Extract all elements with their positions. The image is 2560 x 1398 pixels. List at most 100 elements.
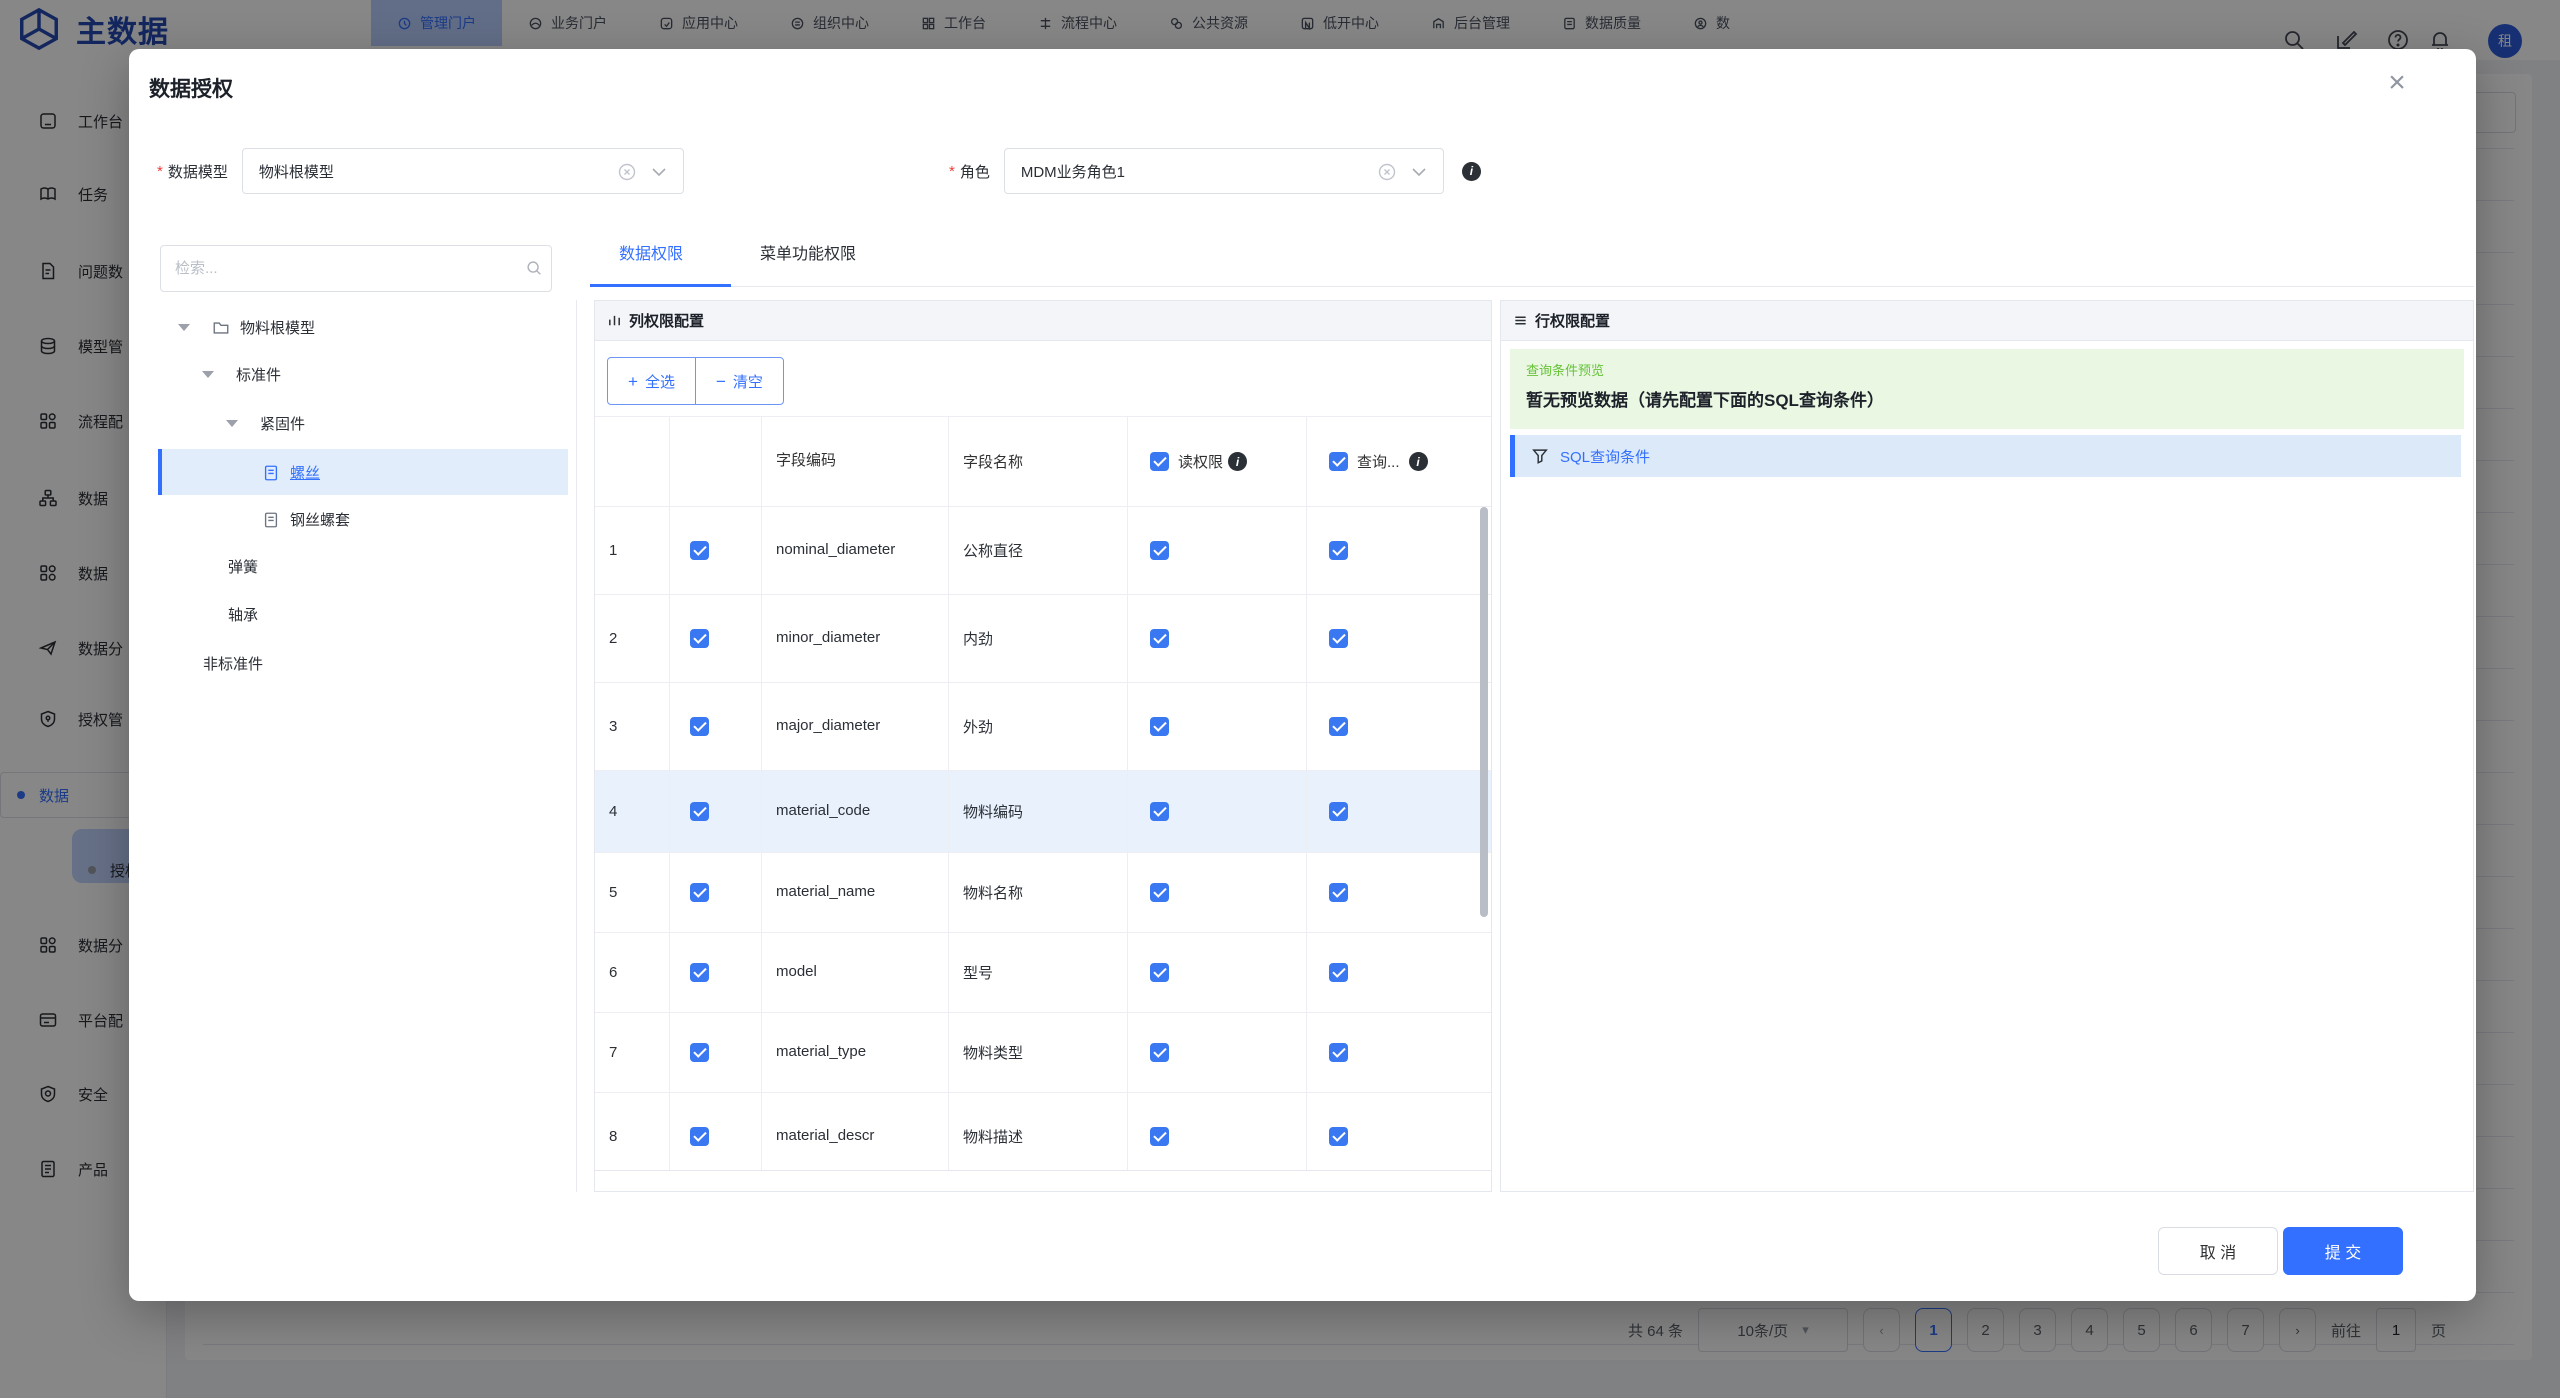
field-name: 外劲 bbox=[949, 683, 1128, 770]
row-checkbox[interactable] bbox=[690, 883, 709, 902]
col-header-code: 字段编码 bbox=[762, 417, 949, 506]
query-checkbox[interactable] bbox=[1329, 1127, 1348, 1146]
field-permission-table: 字段编码 字段名称 读权限 查询... 1 bbox=[595, 416, 1491, 1171]
query-checkbox[interactable] bbox=[1329, 717, 1348, 736]
col-header-query: 查询... bbox=[1307, 417, 1491, 506]
field-name: 内劲 bbox=[949, 595, 1128, 682]
row-checkbox[interactable] bbox=[690, 1043, 709, 1062]
table-header-row: 字段编码 字段名称 读权限 查询... bbox=[595, 417, 1491, 507]
column-buttons: + 全选 − 清空 bbox=[607, 357, 784, 405]
row-checkbox[interactable] bbox=[690, 802, 709, 821]
table-row-clipped: 8 material_descr 物料描述 bbox=[595, 1093, 1491, 1171]
read-checkbox[interactable] bbox=[1150, 963, 1169, 982]
data-auth-modal: 数据授权 × * 数据模型 物料根模型 * 角色 MDM业务角色1 bbox=[129, 49, 2476, 1301]
field-name: 物料名称 bbox=[949, 853, 1128, 932]
folder-icon bbox=[212, 319, 230, 337]
tab-data-permission[interactable]: 数据权限 bbox=[619, 240, 683, 264]
field-code: material_descr bbox=[762, 1093, 949, 1171]
caret-down-icon[interactable] bbox=[202, 371, 214, 378]
chevron-down-icon bbox=[1411, 165, 1427, 179]
required-asterisk: * bbox=[949, 163, 955, 180]
clear-icon[interactable] bbox=[1377, 162, 1397, 182]
tree-node-wire-thread-insert[interactable]: 钢丝螺套 bbox=[262, 497, 350, 542]
tree-node-bearing[interactable]: 轴承 bbox=[228, 592, 258, 637]
field-code: nominal_diameter bbox=[762, 507, 949, 594]
column-panel-header: 列权限配置 bbox=[595, 301, 1491, 341]
field-code: material_code bbox=[762, 771, 949, 852]
read-checkbox[interactable] bbox=[1150, 1127, 1169, 1146]
role-info-icon[interactable] bbox=[1462, 162, 1481, 181]
tree-node-spring[interactable]: 弹簧 bbox=[228, 544, 258, 589]
tree-search-input[interactable] bbox=[160, 245, 552, 292]
row-checkbox[interactable] bbox=[690, 541, 709, 560]
plus-icon: + bbox=[628, 373, 638, 390]
field-name: 物料编码 bbox=[949, 771, 1128, 852]
table-row: 5 material_name 物料名称 bbox=[595, 853, 1491, 933]
query-checkbox[interactable] bbox=[1329, 963, 1348, 982]
query-checkbox[interactable] bbox=[1329, 541, 1348, 560]
field-code: minor_diameter bbox=[762, 595, 949, 682]
field-name: 物料描述 bbox=[949, 1093, 1128, 1171]
read-checkbox[interactable] bbox=[1150, 629, 1169, 648]
screen: 主数据 管理门户 业务门户 应用中心 组织中心 工作台 流程中心 bbox=[0, 0, 2560, 1398]
col-header-name: 字段名称 bbox=[949, 417, 1128, 506]
columns-icon bbox=[607, 313, 622, 328]
tree-node-standard-parts[interactable]: 标准件 bbox=[202, 352, 281, 397]
caret-down-icon[interactable] bbox=[226, 420, 238, 427]
clear-button[interactable]: − 清空 bbox=[695, 357, 784, 405]
row-checkbox[interactable] bbox=[690, 1127, 709, 1146]
chevron-down-icon bbox=[651, 165, 667, 179]
query-checkbox[interactable] bbox=[1329, 883, 1348, 902]
read-column-checkbox[interactable] bbox=[1150, 452, 1169, 471]
tree-node-fasteners[interactable]: 紧固件 bbox=[226, 401, 305, 446]
cancel-button[interactable]: 取 消 bbox=[2158, 1227, 2278, 1275]
data-model-field-group: * 数据模型 物料根模型 bbox=[157, 148, 684, 194]
field-code: major_diameter bbox=[762, 683, 949, 770]
read-checkbox[interactable] bbox=[1150, 802, 1169, 821]
required-asterisk: * bbox=[157, 163, 163, 180]
field-name: 型号 bbox=[949, 933, 1128, 1012]
query-info-icon[interactable] bbox=[1409, 452, 1428, 471]
query-preview-box: 查询条件预览 暂无预览数据（请先配置下面的SQL查询条件） bbox=[1510, 349, 2464, 429]
query-checkbox[interactable] bbox=[1329, 1043, 1348, 1062]
row-checkbox[interactable] bbox=[690, 717, 709, 736]
modal-title: 数据授权 bbox=[149, 73, 233, 103]
read-info-icon[interactable] bbox=[1228, 452, 1247, 471]
sql-condition-link[interactable]: SQL查询条件 bbox=[1510, 435, 2461, 477]
read-checkbox[interactable] bbox=[1150, 717, 1169, 736]
tab-menu-permission[interactable]: 菜单功能权限 bbox=[760, 240, 856, 264]
field-name: 公称直径 bbox=[949, 507, 1128, 594]
close-icon[interactable]: × bbox=[2377, 63, 2417, 103]
table-row-highlighted: 4 material_code 物料编码 bbox=[595, 771, 1491, 853]
table-scrollbar[interactable] bbox=[1480, 507, 1488, 917]
submit-button[interactable]: 提 交 bbox=[2283, 1227, 2403, 1275]
data-model-select[interactable]: 物料根模型 bbox=[242, 148, 684, 194]
read-checkbox[interactable] bbox=[1150, 1043, 1169, 1062]
minus-icon: − bbox=[716, 373, 726, 390]
field-code: model bbox=[762, 933, 949, 1012]
tree-node-screw[interactable]: 螺丝 bbox=[262, 450, 320, 495]
tree-node-nonstandard-parts[interactable]: 非标准件 bbox=[203, 641, 263, 686]
row-checkbox[interactable] bbox=[690, 629, 709, 648]
column-permission-panel: 列权限配置 + 全选 − 清空 字段编码 字段名称 bbox=[594, 300, 1492, 1192]
row-checkbox[interactable] bbox=[690, 963, 709, 982]
read-checkbox[interactable] bbox=[1150, 541, 1169, 560]
select-all-button[interactable]: + 全选 bbox=[607, 357, 696, 405]
clear-icon[interactable] bbox=[617, 162, 637, 182]
read-checkbox[interactable] bbox=[1150, 883, 1169, 902]
document-icon bbox=[262, 511, 280, 529]
rows-icon bbox=[1513, 313, 1528, 328]
query-checkbox[interactable] bbox=[1329, 802, 1348, 821]
caret-down-icon[interactable] bbox=[178, 324, 190, 331]
col-header-read: 读权限 bbox=[1128, 417, 1307, 506]
query-column-checkbox[interactable] bbox=[1329, 452, 1348, 471]
field-code: material_type bbox=[762, 1013, 949, 1092]
tree-node-material-root[interactable]: 物料根模型 bbox=[178, 305, 315, 350]
funnel-icon bbox=[1531, 447, 1549, 465]
query-preview-empty-text: 暂无预览数据（请先配置下面的SQL查询条件） bbox=[1526, 386, 2448, 411]
role-select[interactable]: MDM业务角色1 bbox=[1004, 148, 1444, 194]
query-checkbox[interactable] bbox=[1329, 629, 1348, 648]
table-row: 1 nominal_diameter 公称直径 bbox=[595, 507, 1491, 595]
field-name: 物料类型 bbox=[949, 1013, 1128, 1092]
table-row: 3 major_diameter 外劲 bbox=[595, 683, 1491, 771]
